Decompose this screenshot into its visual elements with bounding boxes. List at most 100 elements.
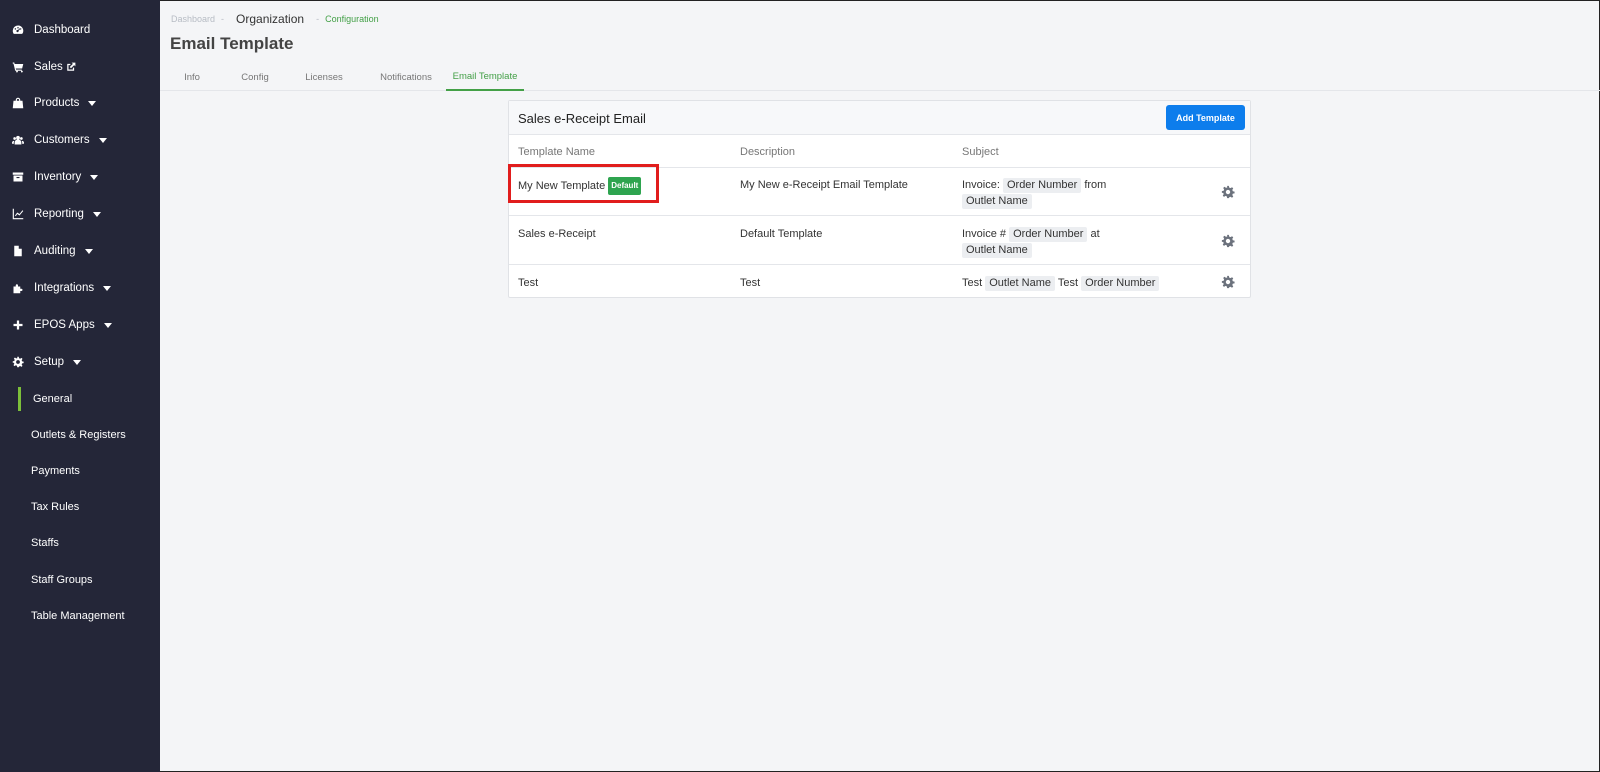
caret-down-icon: [84, 248, 93, 254]
sidebar-item-epos-apps[interactable]: EPOS Apps: [0, 313, 160, 337]
sidebar-item-label: Customers: [34, 134, 90, 146]
sidebar-subitem-staffs[interactable]: Staffs: [0, 531, 160, 555]
sidebar-item-inventory[interactable]: Inventory: [0, 165, 160, 189]
caret-down-icon: [103, 285, 112, 291]
breadcrumb-separator: -: [316, 14, 320, 24]
template-subject: Invoice: Order Number from Outlet Name: [962, 177, 1157, 209]
row-settings-gear-icon[interactable]: [1221, 275, 1235, 289]
subject-text: Test: [962, 277, 986, 289]
sidebar: Dashboard Sales Products Customers Inven…: [0, 0, 160, 772]
dashboard-icon: [11, 23, 25, 37]
row-divider: [509, 264, 1250, 265]
subject-text: Invoice #: [962, 228, 1010, 240]
external-link-icon: [66, 62, 76, 72]
subject-token: Outlet Name: [985, 276, 1055, 291]
caret-down-icon: [73, 359, 82, 365]
tab-licenses[interactable]: Licenses: [296, 64, 352, 90]
template-name: Test: [518, 277, 539, 289]
sidebar-item-label: Integrations: [34, 282, 95, 294]
template-name-cell[interactable]: Test: [518, 275, 538, 291]
breadcrumb-dashboard[interactable]: Dashboard: [171, 14, 215, 24]
sidebar-subitem-label: Outlets & Registers: [31, 429, 126, 441]
sidebar-subitem-label: Staff Groups: [31, 574, 93, 586]
breadcrumb-separator: -: [221, 14, 225, 24]
sidebar-item-label: Sales: [34, 61, 63, 73]
column-header-template-name: Template Name: [518, 146, 596, 158]
template-subject: Invoice # Order Number at Outlet Name: [962, 226, 1157, 258]
add-template-button[interactable]: Add Template: [1166, 105, 1245, 130]
sidebar-item-setup[interactable]: Setup: [0, 350, 160, 374]
sidebar-item-products[interactable]: Products: [0, 91, 160, 115]
tab-email-template[interactable]: Email Template: [446, 64, 524, 91]
row-settings-gear-icon[interactable]: [1221, 234, 1235, 248]
sidebar-subitem-label: Staffs: [31, 537, 59, 549]
puzzle-icon: [11, 281, 25, 295]
page-title: Email Template: [170, 34, 294, 53]
sidebar-subitem-payments[interactable]: Payments: [0, 459, 160, 483]
card-header: Sales e-Receipt Email Add Template: [509, 101, 1250, 135]
sidebar-subitem-label: General: [33, 393, 73, 405]
caret-down-icon: [103, 322, 112, 328]
tab-bar: Info Config Licenses Notifications Email…: [160, 64, 1600, 91]
template-description: Test: [740, 277, 761, 289]
users-icon: [11, 133, 25, 147]
subject-text: Invoice:: [962, 179, 1003, 191]
sidebar-item-label: EPOS Apps: [34, 319, 95, 331]
breadcrumb-configuration: Configuration: [325, 14, 379, 24]
sidebar-subitem-label: Tax Rules: [31, 501, 80, 513]
row-divider: [509, 215, 1250, 216]
sidebar-item-auditing[interactable]: Auditing: [0, 239, 160, 263]
gear-icon: [11, 355, 25, 369]
archive-icon: [11, 170, 25, 184]
highlight-annotation: [508, 164, 659, 203]
subject-token: Outlet Name: [962, 243, 1032, 258]
sidebar-item-label: Products: [34, 97, 80, 109]
template-description: My New e-Receipt Email Template: [740, 179, 908, 191]
subject-text: from: [1081, 179, 1107, 191]
breadcrumb-organization[interactable]: Organization: [236, 12, 304, 26]
subject-token: Order Number: [1081, 276, 1160, 291]
sidebar-subitem-label: Payments: [31, 465, 80, 477]
cart-icon: [11, 60, 25, 74]
caret-down-icon: [88, 100, 97, 106]
column-header-description: Description: [740, 146, 796, 158]
tab-info[interactable]: Info: [172, 64, 212, 90]
subject-token: Order Number: [1002, 178, 1082, 193]
sidebar-item-label: Inventory: [34, 171, 82, 183]
chart-line-icon: [11, 207, 25, 221]
sidebar-subitem-outlets-registers[interactable]: Outlets & Registers: [0, 423, 160, 447]
caret-down-icon: [92, 211, 101, 217]
template-subject: Test Outlet Name Test Order Number: [962, 275, 1222, 291]
sidebar-item-integrations[interactable]: Integrations: [0, 276, 160, 300]
column-header-subject: Subject: [962, 146, 999, 158]
sidebar-item-customers[interactable]: Customers: [0, 128, 160, 152]
caret-down-icon: [90, 174, 99, 180]
sidebar-subitem-table-management[interactable]: Table Management: [0, 604, 160, 628]
breadcrumb: Dashboard - Organization - Configuration: [171, 12, 379, 26]
template-description: Default Template: [740, 228, 823, 240]
tab-notifications[interactable]: Notifications: [363, 64, 449, 90]
sidebar-item-reporting[interactable]: Reporting: [0, 202, 160, 226]
sidebar-item-label: Dashboard: [34, 24, 91, 36]
sidebar-item-sales[interactable]: Sales: [0, 55, 160, 79]
subject-token: Order Number: [1009, 227, 1088, 242]
sidebar-item-label: Setup: [34, 356, 65, 368]
subject-token: Outlet Name: [962, 194, 1032, 209]
sidebar-subitem-staff-groups[interactable]: Staff Groups: [0, 568, 160, 592]
template-name: Sales e-Receipt: [518, 228, 596, 240]
sidebar-item-dashboard[interactable]: Dashboard: [0, 18, 160, 42]
template-name-cell[interactable]: Sales e-Receipt: [518, 226, 596, 242]
sidebar-subitem-general[interactable]: General: [18, 387, 160, 411]
tab-config[interactable]: Config: [230, 64, 280, 90]
sidebar-subitem-tax-rules[interactable]: Tax Rules: [0, 495, 160, 519]
bag-icon: [11, 96, 25, 110]
plus-icon: [11, 318, 25, 332]
sidebar-item-label: Auditing: [34, 245, 76, 257]
caret-down-icon: [98, 137, 107, 143]
sidebar-item-label: Reporting: [34, 208, 84, 220]
card-title: Sales e-Receipt Email: [518, 111, 646, 126]
subject-text: at: [1087, 228, 1100, 240]
subject-text: Test: [1054, 277, 1082, 289]
file-icon: [11, 244, 25, 258]
row-settings-gear-icon[interactable]: [1221, 185, 1235, 199]
